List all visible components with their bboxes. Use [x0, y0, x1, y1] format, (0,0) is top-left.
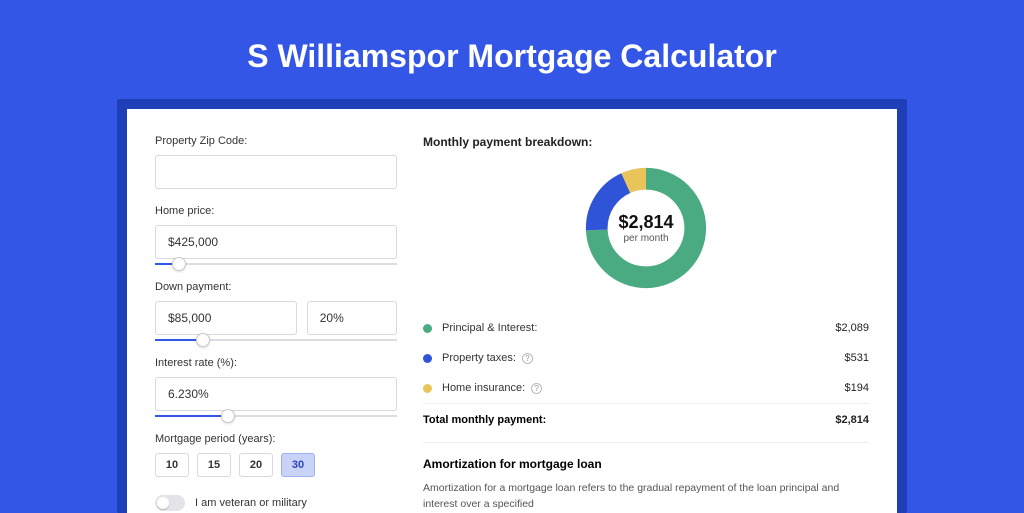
legend-dot — [423, 354, 432, 363]
down-payment-field: Down payment: — [155, 281, 397, 341]
interest-label: Interest rate (%): — [155, 357, 397, 369]
zip-input[interactable] — [155, 155, 397, 189]
amortization-title: Amortization for mortgage loan — [423, 457, 869, 471]
veteran-toggle[interactable] — [155, 495, 185, 511]
help-icon[interactable]: ? — [522, 353, 533, 364]
down-payment-pct-input[interactable] — [307, 301, 397, 335]
period-options: 10 15 20 30 — [155, 453, 397, 477]
breakdown-title: Monthly payment breakdown: — [423, 135, 869, 149]
legend-amount: $2,089 — [835, 322, 869, 334]
donut-center: $2,814 per month — [581, 163, 711, 293]
down-payment-slider[interactable] — [155, 339, 397, 341]
legend-row: Principal & Interest: $2,089 — [423, 313, 869, 343]
home-price-field: Home price: — [155, 205, 397, 265]
legend: Principal & Interest: $2,089 Property taxe… — [423, 313, 869, 403]
home-price-slider[interactable] — [155, 263, 397, 265]
zip-field: Property Zip Code: — [155, 135, 397, 189]
total-amount: $2,814 — [835, 414, 869, 426]
period-option-15[interactable]: 15 — [197, 453, 231, 477]
page-title: S Williamspor Mortgage Calculator — [0, 0, 1024, 99]
slider-thumb[interactable] — [221, 409, 235, 423]
home-price-label: Home price: — [155, 205, 397, 217]
period-label: Mortgage period (years): — [155, 433, 397, 445]
down-payment-input[interactable] — [155, 301, 297, 335]
legend-dot — [423, 384, 432, 393]
zip-label: Property Zip Code: — [155, 135, 397, 147]
home-price-input[interactable] — [155, 225, 397, 259]
total-label: Total monthly payment: — [423, 414, 546, 426]
interest-slider[interactable] — [155, 415, 397, 417]
slider-fill — [155, 415, 228, 417]
amortization-text: Amortization for a mortgage loan refers … — [423, 481, 869, 513]
donut-chart: $2,814 per month — [423, 163, 869, 293]
card-wrapper: Property Zip Code: Home price: Down paym… — [117, 99, 907, 513]
interest-field: Interest rate (%): — [155, 357, 397, 417]
down-payment-label: Down payment: — [155, 281, 397, 293]
calculator-card: Property Zip Code: Home price: Down paym… — [127, 109, 897, 513]
donut-amount: $2,814 — [618, 212, 673, 233]
legend-row: Home insurance:? $194 — [423, 373, 869, 403]
interest-input[interactable] — [155, 377, 397, 411]
period-option-30[interactable]: 30 — [281, 453, 315, 477]
divider — [423, 442, 869, 443]
legend-label: Property taxes: — [442, 352, 516, 364]
legend-label: Principal & Interest: — [442, 322, 537, 334]
slider-thumb[interactable] — [196, 333, 210, 347]
legend-dot — [423, 324, 432, 333]
legend-row: Property taxes:? $531 — [423, 343, 869, 373]
legend-amount: $194 — [845, 382, 869, 394]
slider-thumb[interactable] — [172, 257, 186, 271]
total-row: Total monthly payment: $2,814 — [423, 403, 869, 436]
legend-amount: $531 — [845, 352, 869, 364]
veteran-label: I am veteran or military — [195, 497, 307, 509]
veteran-row: I am veteran or military — [155, 495, 397, 511]
period-option-10[interactable]: 10 — [155, 453, 189, 477]
legend-label: Home insurance: — [442, 382, 525, 394]
help-icon[interactable]: ? — [531, 383, 542, 394]
breakdown-column: Monthly payment breakdown: $2,814 per mo… — [423, 135, 869, 513]
donut-sub: per month — [623, 233, 668, 244]
period-option-20[interactable]: 20 — [239, 453, 273, 477]
period-field: Mortgage period (years): 10 15 20 30 — [155, 433, 397, 477]
form-column: Property Zip Code: Home price: Down paym… — [155, 135, 397, 513]
